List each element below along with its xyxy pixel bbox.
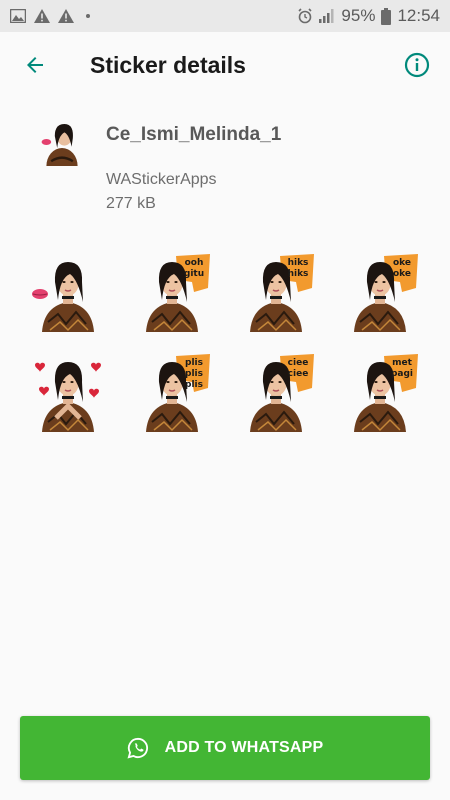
- back-button[interactable]: [18, 50, 52, 84]
- clock: 12:54: [397, 6, 440, 25]
- arrow-back-icon: [23, 53, 47, 82]
- sticker-caption: ooh: [185, 258, 204, 268]
- add-to-whatsapp-button[interactable]: ADD TO WHATSAPP: [20, 716, 430, 780]
- battery-percent: 95%: [341, 6, 376, 25]
- sticker-item[interactable]: ooh gitu: [132, 252, 212, 332]
- sticker-caption: gitu: [184, 269, 204, 279]
- info-icon: [404, 52, 430, 83]
- app-bar: Sticker details: [0, 32, 450, 102]
- sticker-caption: pagi: [391, 369, 413, 379]
- warning-icon: [58, 9, 74, 23]
- sticker-caption: plis: [185, 369, 203, 379]
- sticker-pack-details: Ce_Ismi_Melinda_1 WAStickerApps 277 kB o…: [0, 102, 450, 800]
- sticker-grid: ooh gitu hiks hiks oke oke plis plis plis ciee cie…: [28, 252, 422, 432]
- sticker-caption: plis: [185, 358, 203, 368]
- sticker-caption: hiks: [288, 269, 309, 279]
- sticker-caption: met: [392, 358, 412, 368]
- info-button[interactable]: [400, 50, 434, 84]
- add-to-whatsapp-label: ADD TO WHATSAPP: [164, 739, 324, 756]
- battery-icon: [381, 7, 392, 25]
- sticker-caption: ciee: [288, 358, 309, 368]
- dot-icon: [86, 14, 90, 18]
- warning-icon: [34, 9, 50, 23]
- sticker-item[interactable]: oke oke: [340, 252, 420, 332]
- page-title: Sticker details: [90, 52, 246, 78]
- pack-name: Ce_Ismi_Melinda_1: [106, 124, 282, 145]
- alarm-icon: [297, 8, 313, 24]
- sticker-item[interactable]: ciee ciee: [236, 352, 316, 432]
- whatsapp-icon: [127, 737, 149, 759]
- sticker-item[interactable]: met pagi: [340, 352, 420, 432]
- sticker-item[interactable]: hiks hiks: [236, 252, 316, 332]
- pack-tray-icon: [38, 118, 86, 184]
- sticker-item[interactable]: [28, 252, 108, 332]
- sticker-item[interactable]: plis plis plis: [132, 352, 212, 432]
- status-bar: 95% 12:54: [0, 0, 450, 32]
- pack-publisher: WAStickerApps: [106, 171, 217, 188]
- sticker-caption: oke: [393, 269, 411, 279]
- sticker-caption: oke: [393, 258, 411, 268]
- sticker-caption: plis: [185, 380, 203, 390]
- sticker-caption: hiks: [288, 258, 309, 268]
- sticker-item[interactable]: [28, 352, 108, 432]
- pack-size: 277 kB: [106, 195, 156, 212]
- image-icon: [10, 9, 26, 23]
- signal-icon: [319, 9, 335, 23]
- sticker-caption: ciee: [288, 369, 309, 379]
